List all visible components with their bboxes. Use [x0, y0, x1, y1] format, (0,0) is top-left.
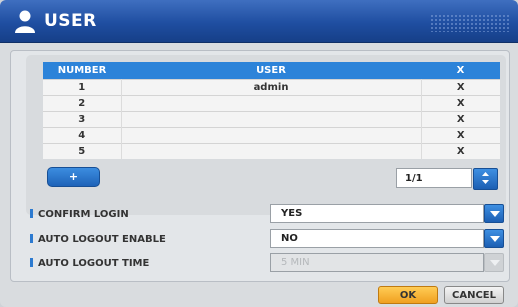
user-dialog: USER NUMBER USER X 1 admin X 2 X 3 X 4 X: [0, 0, 518, 307]
table-row[interactable]: 2 X: [43, 95, 500, 112]
row-delete-button[interactable]: X: [421, 79, 500, 96]
confirm-login-select[interactable]: YES: [270, 204, 484, 223]
title-bar-texture: [430, 14, 510, 32]
user-icon: [15, 10, 35, 33]
confirm-login-label: CONFIRM LOGIN: [30, 209, 129, 220]
row-user[interactable]: [121, 127, 422, 144]
row-number: 5: [43, 143, 122, 159]
label-marker: [30, 209, 33, 218]
row-number: 1: [43, 79, 122, 96]
chevron-down-icon: [484, 253, 504, 272]
row-number: 2: [43, 95, 122, 112]
table-row[interactable]: 3 X: [43, 111, 500, 128]
auto-logout-time-select: 5 MIN: [270, 253, 484, 272]
table-row[interactable]: 4 X: [43, 127, 500, 144]
user-table: NUMBER USER X 1 admin X 2 X 3 X 4 X 5 X: [43, 62, 500, 159]
page-spinner[interactable]: [473, 168, 498, 190]
auto-logout-enable-select[interactable]: NO: [270, 229, 484, 248]
row-number: 4: [43, 127, 122, 144]
table-row[interactable]: 5 X: [43, 143, 500, 159]
column-header-delete: X: [421, 62, 500, 80]
row-delete-button[interactable]: X: [421, 143, 500, 159]
label-marker: [30, 258, 33, 267]
row-delete-button[interactable]: X: [421, 127, 500, 144]
auto-logout-time-label: AUTO LOGOUT TIME: [30, 258, 149, 269]
chevron-down-icon[interactable]: [484, 229, 504, 248]
row-user[interactable]: [121, 95, 422, 112]
row-user[interactable]: [121, 111, 422, 128]
row-delete-button[interactable]: X: [421, 95, 500, 112]
page-indicator[interactable]: 1/1: [396, 168, 472, 188]
add-user-button[interactable]: +: [47, 167, 100, 187]
ok-button[interactable]: OK: [378, 286, 438, 304]
table-row[interactable]: 1 admin X: [43, 79, 500, 96]
column-header-number: NUMBER: [43, 62, 121, 80]
table-header-row: NUMBER USER X: [43, 62, 500, 80]
row-delete-button[interactable]: X: [421, 111, 500, 128]
dialog-title: USER: [44, 11, 97, 31]
cancel-button[interactable]: CANCEL: [444, 286, 504, 304]
column-header-user: USER: [121, 62, 421, 80]
chevron-down-icon[interactable]: [484, 204, 504, 223]
row-number: 3: [43, 111, 122, 128]
row-user[interactable]: admin: [121, 79, 422, 96]
label-marker: [30, 234, 33, 243]
row-user[interactable]: [121, 143, 422, 159]
up-down-arrows-icon: [482, 172, 489, 184]
title-bar: USER: [0, 0, 518, 43]
auto-logout-enable-label: AUTO LOGOUT ENABLE: [30, 234, 166, 245]
